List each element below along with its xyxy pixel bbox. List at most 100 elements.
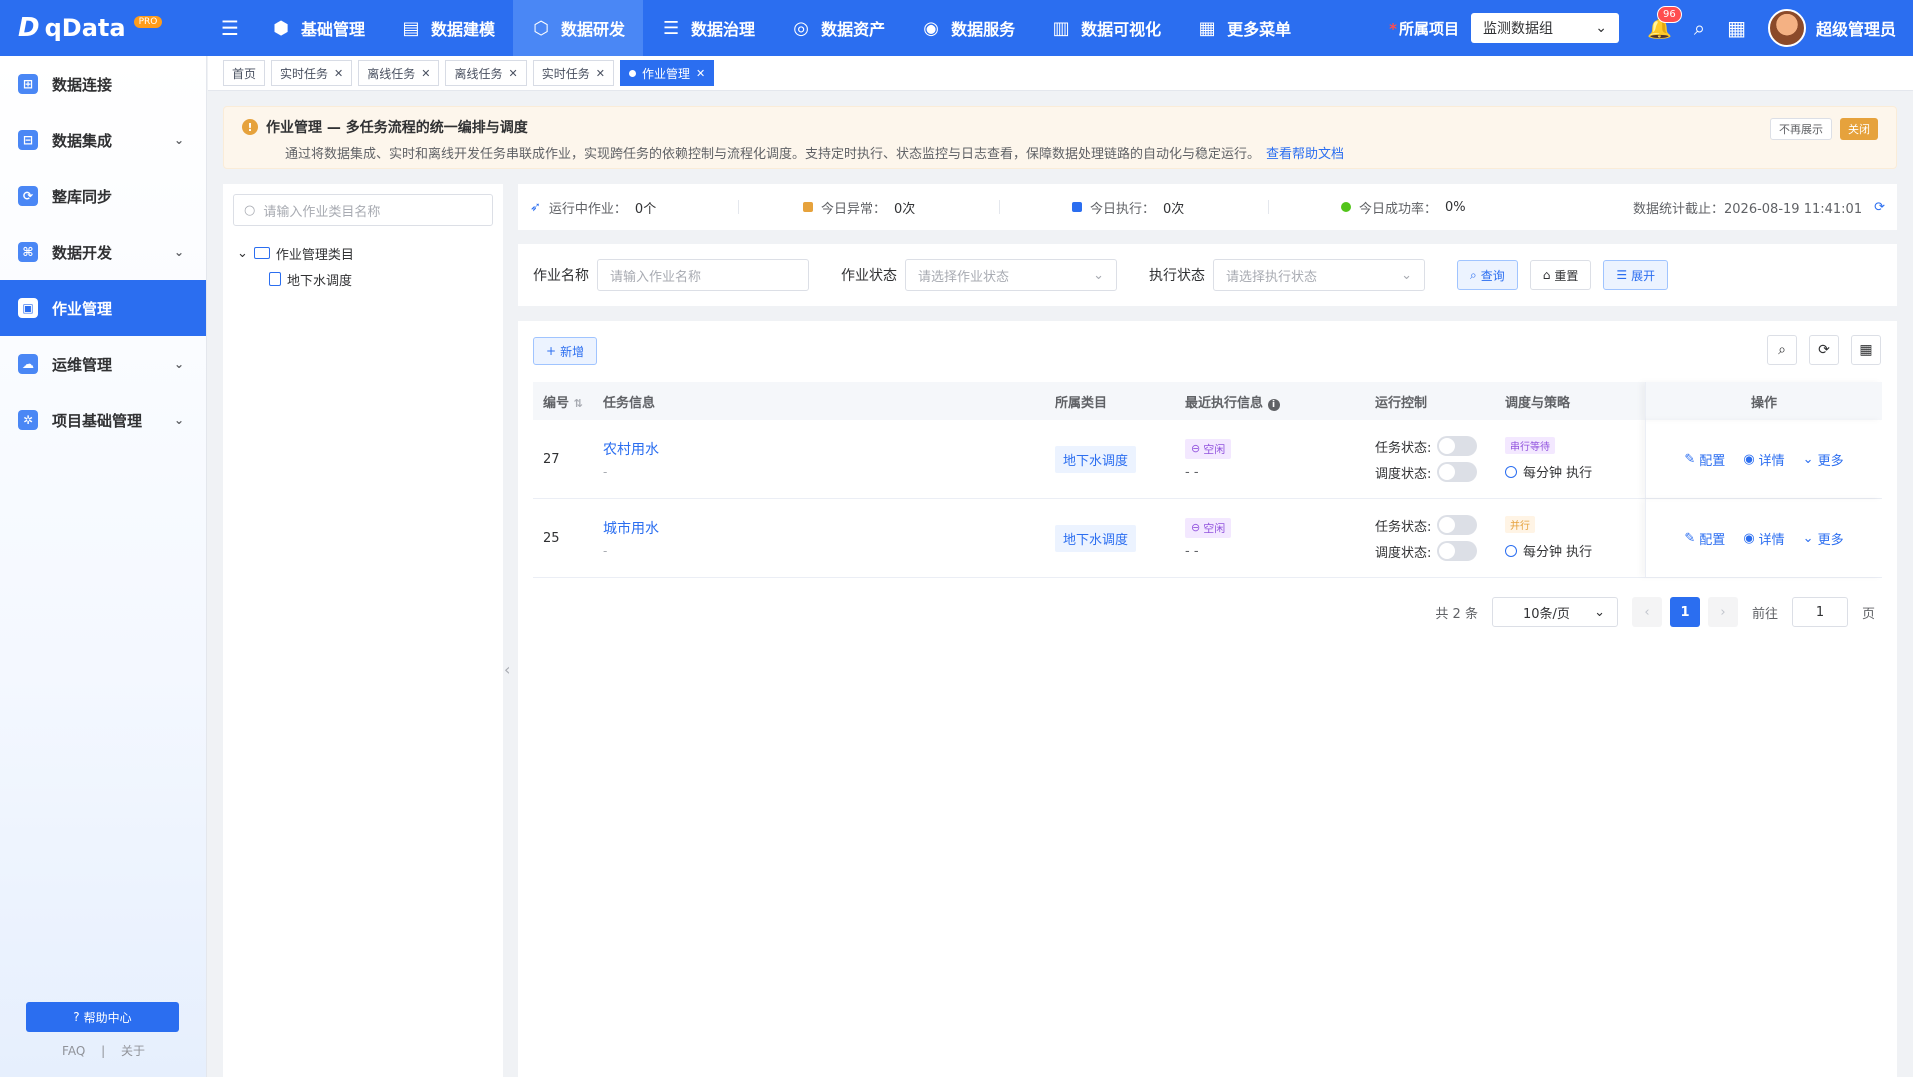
exec-status-placeholder: 请选择执行状态 xyxy=(1226,269,1318,285)
ops-cell: ✎ 配置 ◉ 详情 ⌄ 更多 xyxy=(1645,499,1882,577)
info-icon[interactable]: i xyxy=(1267,398,1280,411)
sidebar-item-2[interactable]: ⟳ 整库同步 xyxy=(0,168,206,224)
about-link[interactable]: 关于 xyxy=(121,1044,145,1058)
menu-toggle-icon[interactable]: ☰ xyxy=(207,16,253,40)
sched-state-toggle[interactable] xyxy=(1437,462,1478,482)
sidebar-item-4[interactable]: ▣ 作业管理 xyxy=(0,280,206,336)
close-alert-button[interactable]: 关闭 xyxy=(1840,118,1878,140)
tab-4[interactable]: 实时任务 ✕ xyxy=(532,60,614,86)
exec-status-select[interactable]: 请选择执行状态 ⌄ xyxy=(1213,259,1425,291)
logo[interactable]: D qData PRO xyxy=(0,0,207,56)
page-button-current[interactable]: 1 xyxy=(1669,597,1700,627)
box-icon: ⬡ xyxy=(533,17,549,39)
nav-item-5[interactable]: ◉ 数据服务 xyxy=(903,0,1033,56)
tab-label: 实时任务 xyxy=(541,66,590,81)
tab-0[interactable]: 首页 xyxy=(223,60,266,86)
nav-item-1[interactable]: ▤ 数据建模 xyxy=(383,0,513,56)
faq-link[interactable]: FAQ xyxy=(62,1044,85,1058)
layout-icon[interactable]: ▦ xyxy=(1727,16,1746,40)
col-id[interactable]: 编号 ⇅ xyxy=(533,392,603,411)
nav-item-6[interactable]: ▥ 数据可视化 xyxy=(1033,0,1179,56)
stat-success: 今日成功率： 0% xyxy=(1269,198,1466,217)
edit-icon: ✎ xyxy=(1684,451,1696,467)
help-doc-link[interactable]: 查看帮助文档 xyxy=(1266,147,1344,162)
tab-5[interactable]: 作业管理 ✕ xyxy=(619,60,715,86)
table-refresh-icon[interactable]: ⟳ xyxy=(1809,335,1839,365)
nav-item-3[interactable]: ☰ 数据治理 xyxy=(643,0,773,56)
active-dot-icon xyxy=(628,69,636,77)
prev-page-button[interactable]: ‹ xyxy=(1631,597,1662,627)
nav-item-2[interactable]: ⬡ 数据研发 xyxy=(513,0,644,56)
task-state-label: 任务状态: xyxy=(1375,440,1432,456)
close-icon[interactable]: ✕ xyxy=(509,67,518,80)
task-name-link[interactable]: 农村用水 xyxy=(603,439,1055,459)
close-icon[interactable]: ✕ xyxy=(696,67,705,80)
tree-node-child[interactable]: 地下水调度 xyxy=(223,266,503,292)
job-name-input[interactable]: 请输入作业名称 xyxy=(597,259,809,291)
sched-state-toggle[interactable] xyxy=(1437,541,1478,561)
collapse-panel-icon[interactable]: ‹ xyxy=(504,660,510,679)
close-icon[interactable]: ✕ xyxy=(596,67,605,80)
chevron-down-icon[interactable]: ⌄ xyxy=(174,413,184,427)
search-icon[interactable]: ⌕ xyxy=(1694,16,1705,40)
close-icon[interactable]: ✕ xyxy=(421,67,430,80)
top-nav: ⬢ 基础管理 ▤ 数据建模 ⬡ 数据研发 ☰ 数据治理 ◎ 数据资产 ◉ 数据服务 ▥ 数据可视化 ▦ 更多菜… xyxy=(253,0,1309,56)
strategy-tag: 并行 xyxy=(1505,516,1535,533)
more-button[interactable]: ⌄ 更多 xyxy=(1803,450,1844,469)
column-settings-icon[interactable]: ▦ xyxy=(1851,335,1881,365)
stat-abnormal: 今日异常： 0次 xyxy=(739,198,999,217)
user-name[interactable]: 超级管理员 xyxy=(1816,16,1896,40)
detail-button[interactable]: ◉ 详情 xyxy=(1743,450,1784,469)
task-state-toggle[interactable] xyxy=(1437,436,1478,456)
add-button[interactable]: + 新增 xyxy=(533,337,598,365)
close-icon[interactable]: ✕ xyxy=(334,67,343,80)
search-button[interactable]: ⌕ 查询 xyxy=(1457,260,1518,290)
page-jump-input[interactable]: 1 xyxy=(1791,597,1848,627)
reset-button-label: 重置 xyxy=(1554,268,1579,283)
detail-button[interactable]: ◉ 详情 xyxy=(1743,529,1784,548)
sidebar-item-1[interactable]: ⊟ 数据集成 ⌄ xyxy=(0,112,206,168)
config-button[interactable]: ✎ 配置 xyxy=(1684,529,1725,548)
nav-item-label: 数据资产 xyxy=(821,20,886,39)
sort-icon[interactable]: ⇅ xyxy=(574,397,583,410)
nav-item-0[interactable]: ⬢ 基础管理 xyxy=(253,0,383,56)
table-search-icon[interactable]: ⌕ xyxy=(1767,335,1797,365)
dismiss-button[interactable]: 不再展示 xyxy=(1770,118,1832,140)
next-page-button[interactable]: › xyxy=(1707,597,1738,627)
tab-2[interactable]: 离线任务 ✕ xyxy=(358,60,440,86)
chevron-down-icon: ⌄ xyxy=(1401,267,1412,283)
tab-3[interactable]: 离线任务 ✕ xyxy=(445,60,527,86)
tab-1[interactable]: 实时任务 ✕ xyxy=(271,60,353,86)
chevron-down-icon[interactable]: ⌄ xyxy=(237,246,248,261)
page-size-select[interactable]: 10条/页 ⌄ xyxy=(1491,597,1618,627)
sidebar-item-6[interactable]: ✲ 项目基础管理 ⌄ xyxy=(0,392,206,448)
info-alert: ! 作业管理 — 多任务流程的统一编排与调度 通过将数据集成、实时和离线开发任务… xyxy=(223,106,1897,169)
strategy-tag: 串行等待 xyxy=(1505,437,1555,454)
refresh-icon[interactable]: ⟳ xyxy=(1874,200,1885,215)
bell-icon[interactable]: 🔔 96 xyxy=(1647,6,1682,40)
chevron-down-icon[interactable]: ⌄ xyxy=(174,357,184,371)
project-label: * 所属项目 xyxy=(1389,19,1459,38)
nav-item-7[interactable]: ▦ 更多菜单 xyxy=(1179,0,1309,56)
sidebar-item-0[interactable]: ⊞ 数据连接 xyxy=(0,56,206,112)
sidebar-item-5[interactable]: ☁ 运维管理 ⌄ xyxy=(0,336,206,392)
category-search-input[interactable]: ○ 请输入作业类目名称 xyxy=(233,194,493,226)
chevron-down-icon[interactable]: ⌄ xyxy=(174,133,184,147)
nav-item-4[interactable]: ◎ 数据资产 xyxy=(773,0,903,56)
config-button[interactable]: ✎ 配置 xyxy=(1684,450,1725,469)
tree-node-root[interactable]: ⌄ 作业管理类目 xyxy=(223,240,503,266)
help-center-button[interactable]: ? 帮助中心 xyxy=(26,1002,179,1032)
task-state-toggle[interactable] xyxy=(1437,515,1478,535)
expand-button[interactable]: ☰ 展开 xyxy=(1603,260,1669,290)
job-status-select[interactable]: 请选择作业状态 ⌄ xyxy=(905,259,1117,291)
task-name-link[interactable]: 城市用水 xyxy=(603,518,1055,538)
avatar[interactable] xyxy=(1767,9,1806,47)
search-button-label: 查询 xyxy=(1480,268,1505,283)
stat-running: ➶ 运行中作业： 0个 xyxy=(518,198,738,217)
chevron-down-icon[interactable]: ⌄ xyxy=(174,245,184,259)
sidebar-item-3[interactable]: ⌘ 数据开发 ⌄ xyxy=(0,224,206,280)
project-select[interactable]: 监测数据组 ⌄ xyxy=(1470,13,1619,43)
job-status-placeholder: 请选择作业状态 xyxy=(918,269,1010,285)
more-button[interactable]: ⌄ 更多 xyxy=(1803,529,1844,548)
reset-button[interactable]: ⌂ 重置 xyxy=(1529,260,1592,290)
